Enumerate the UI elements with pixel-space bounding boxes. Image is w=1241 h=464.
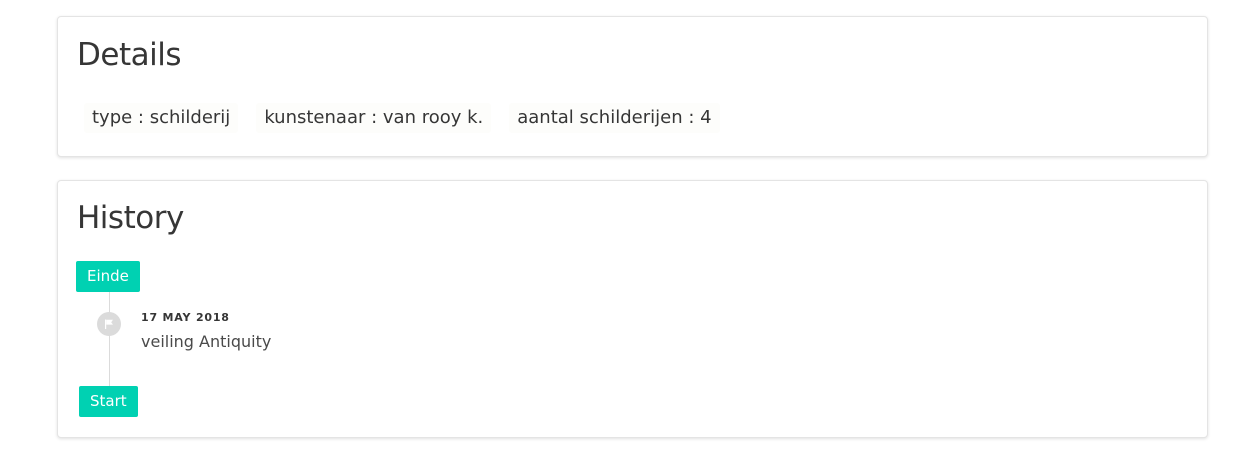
details-tag-list: type : schilderij kunstenaar : van rooy … [84,103,738,133]
detail-tag-artist: kunstenaar : van rooy k. [256,103,492,133]
history-card: History Einde 17 MAY 2018 veiling Antiqu… [57,180,1208,438]
detail-tag-painting-count: aantal schilderijen : 4 [509,103,720,133]
timeline-start-tag: Start [79,386,138,417]
timeline-event-description: veiling Antiquity [141,332,272,351]
flag-icon [103,318,115,330]
timeline-end-tag: Einde [76,261,140,292]
timeline-event-date: 17 MAY 2018 [141,311,230,324]
timeline-line [109,292,110,388]
detail-tag-type: type : schilderij [84,103,239,133]
details-card: Details type : schilderij kunstenaar : v… [57,16,1208,157]
details-title: Details [77,37,181,73]
timeline-marker [97,312,121,336]
history-title: History [77,200,184,236]
